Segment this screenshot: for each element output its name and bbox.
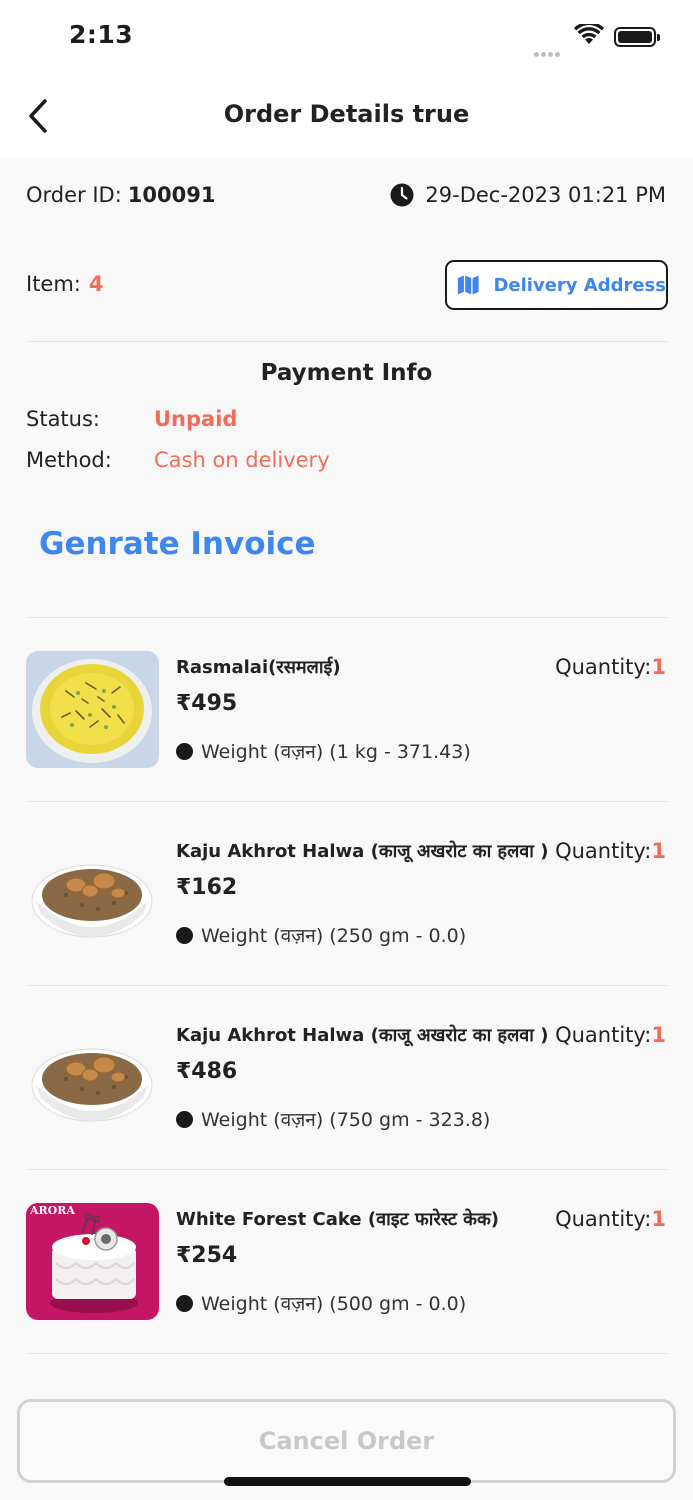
quantity-label: Quantity: [555,1207,652,1231]
payment-status-value: Unpaid [154,407,238,431]
quantity-value: 1 [651,839,666,863]
item-count-value: 4 [88,272,104,296]
product-item[interactable]: ARORA White Forest Cake (वाइट फारेस्ट के… [0,1203,693,1387]
divider [26,801,668,802]
product-weight: Weight (वज़न) (250 gm - 0.0) [176,922,466,948]
bullet-icon [176,1294,193,1312]
bullet-icon [176,742,193,760]
clock-icon [390,183,414,207]
wifi-icon [574,21,604,50]
product-name: Kaju Akhrot Halwa (काजू अखरोट का हलवा ) [176,1025,549,1046]
order-datetime-text: 29-Dec-2023 01:21 PM [425,183,666,207]
delivery-address-label: Delivery Address [493,274,666,296]
order-id-label: Order ID: [26,183,122,207]
status-time: 2:13 [69,20,134,49]
weight-text: Weight (वज़न) (750 gm - 323.8) [201,1109,491,1131]
quantity-value: 1 [651,655,666,679]
bullet-icon [176,1110,193,1128]
payment-info-title: Payment Info [260,360,433,386]
product-image-halwa [26,1019,159,1136]
status-bar: 2:13 [0,0,693,76]
cancel-order-button[interactable]: Cancel Order [17,1399,676,1483]
bullet-icon [176,926,193,944]
payment-method-label: Method: [26,448,112,472]
quantity-label: Quantity: [555,655,652,679]
product-price: ₹254 [176,1243,238,1268]
app-header: Order Details true [0,76,693,158]
product-quantity: Quantity:1 [555,1207,666,1231]
product-quantity: Quantity:1 [555,655,666,679]
product-weight: Weight (वज़न) (500 gm - 0.0) [176,1290,466,1316]
payment-status-row: Status: Unpaid [26,407,237,431]
product-weight: Weight (वज़न) (1 kg - 371.43) [176,738,471,764]
product-name: White Forest Cake (वाइट फारेस्ट केक) [176,1209,500,1230]
divider [26,1353,668,1354]
quantity-value: 1 [651,1207,666,1231]
quantity-label: Quantity: [555,1023,652,1047]
item-count-label: Item: [26,272,81,296]
weight-text: Weight (वज़न) (250 gm - 0.0) [201,925,467,947]
divider [26,617,668,618]
generate-invoice-link[interactable]: Genrate Invoice [39,526,316,562]
product-image-cake: ARORA [26,1203,159,1320]
quantity-value: 1 [651,1023,666,1047]
divider [26,1169,668,1170]
delivery-address-button[interactable]: Delivery Address [445,260,668,310]
weight-text: Weight (वज़न) (1 kg - 371.43) [201,741,471,763]
product-weight: Weight (वज़न) (750 gm - 323.8) [176,1106,490,1132]
product-quantity: Quantity:1 [555,1023,666,1047]
order-id-value: 100091 [127,183,216,207]
payment-status-label: Status: [26,407,100,431]
product-item[interactable]: Kaju Akhrot Halwa (काजू अखरोट का हलवा ) … [0,835,693,1019]
battery-icon [614,27,660,47]
order-datetime: 29-Dec-2023 01:21 PM [390,183,666,207]
product-item[interactable]: Rasmalai(रसमलाई) Quantity:1 ₹495 Weight … [0,651,693,835]
home-indicator [224,1477,471,1486]
product-image-rasmalai [26,651,159,768]
item-count: Item: 4 [26,272,104,296]
product-price: ₹486 [176,1059,238,1084]
divider [26,985,668,986]
page-title: Order Details true [223,100,470,128]
divider [26,341,668,342]
product-quantity: Quantity:1 [555,839,666,863]
weight-text: Weight (वज़न) (500 gm - 0.0) [201,1293,467,1315]
payment-method-row: Method: Cash on delivery [26,448,330,472]
product-name: Kaju Akhrot Halwa (काजू अखरोट का हलवा ) [176,841,549,862]
order-id: Order ID: 100091 [26,183,215,207]
product-image-halwa [26,835,159,952]
product-item[interactable]: Kaju Akhrot Halwa (काजू अखरोट का हलवा ) … [0,1019,693,1203]
signal-icon [534,42,564,57]
quantity-label: Quantity: [555,839,652,863]
cake-brand-text: ARORA [29,1204,75,1217]
product-name: Rasmalai(रसमलाई) [176,657,341,678]
product-price: ₹162 [176,875,238,900]
payment-method-value: Cash on delivery [154,448,330,472]
product-price: ₹495 [176,691,238,716]
map-icon [457,275,479,295]
